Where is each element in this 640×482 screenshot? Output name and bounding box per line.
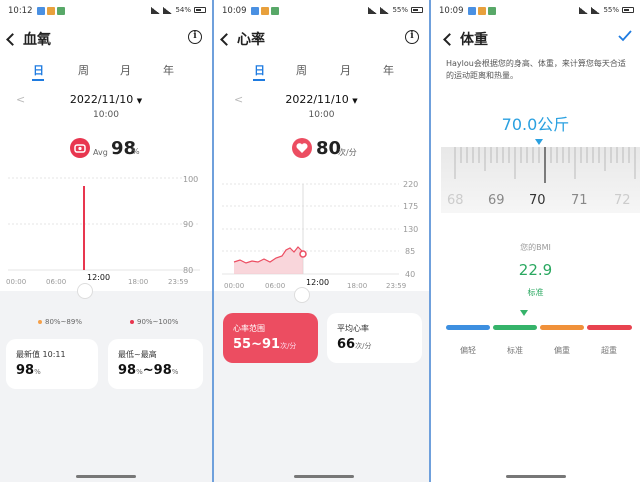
signal-icon bbox=[579, 6, 589, 14]
ruler-label: 69 bbox=[488, 193, 505, 208]
y-tick: 220 bbox=[403, 180, 419, 189]
bmi-label: 您的BMI bbox=[520, 243, 551, 252]
y-tick: 175 bbox=[403, 202, 419, 211]
bmi-segment-obese bbox=[587, 325, 632, 330]
bmi-category-label: 偏重 bbox=[554, 346, 570, 355]
range-card: 最低~最高 98%~98% bbox=[108, 339, 203, 389]
y-tick: 130 bbox=[403, 225, 419, 234]
legend-item: 80%~89% bbox=[38, 318, 82, 326]
legend-item: 90%~100% bbox=[130, 318, 178, 326]
latest-value-card: 最新值 10:11 98% bbox=[6, 339, 98, 389]
bmi-value: 22.9 bbox=[518, 261, 553, 279]
x-tick: 18:00 bbox=[347, 282, 368, 290]
legend-label: 90%~100% bbox=[137, 318, 179, 326]
x-tick: 18:00 bbox=[128, 278, 149, 286]
weight-screen: 10:09 55% 体重 Haylou会根据您的身高、体重，来计算您每天合适的运… bbox=[431, 0, 640, 482]
app-notification-icon bbox=[488, 7, 496, 15]
ruler-label-selected: 70 bbox=[529, 193, 546, 208]
ruler-ticks bbox=[454, 147, 636, 183]
confirm-check-icon[interactable] bbox=[618, 30, 632, 42]
bmi-pointer-icon bbox=[520, 310, 528, 316]
heart-summary-panel: 心率范围 55~91次/分 平均心率 66次/分 bbox=[214, 287, 429, 482]
heart-rate-screen: 10:09 55% 心率 i 日 周 月 年 < 2022/11/10 ▼ 10… bbox=[212, 0, 431, 482]
spo2-summary-panel: 80%~89% 90%~100% 最新值 10:11 98% 最低~最高 98%… bbox=[0, 283, 212, 482]
back-chevron-icon bbox=[443, 32, 456, 46]
battery-percent: 55% bbox=[603, 6, 619, 14]
app-notification-icon bbox=[478, 7, 486, 15]
weight-value: 70.0公斤 bbox=[501, 115, 570, 134]
home-indicator bbox=[76, 475, 136, 478]
status-right: 55% bbox=[579, 6, 634, 14]
x-tick: 00:00 bbox=[6, 278, 27, 286]
battery-icon bbox=[622, 7, 634, 13]
x-tick: 06:00 bbox=[265, 282, 286, 290]
red-dot-icon bbox=[130, 320, 134, 324]
notification-icons bbox=[468, 7, 496, 15]
card-value: 66次/分 bbox=[337, 337, 372, 352]
bmi-status: 标准 bbox=[527, 288, 544, 297]
card-value: 98% bbox=[16, 363, 41, 378]
weight-description: Haylou会根据您的身高、体重，来计算您每天合适的运动距离和热量。 bbox=[446, 59, 626, 80]
y-tick: 85 bbox=[405, 247, 416, 256]
spo2-screen: 10:12 54% 血氧 i 日 周 月 年 < 2022/11/10 ▼ 10… bbox=[0, 0, 212, 482]
y-tick: 90 bbox=[183, 220, 194, 229]
orange-dot-icon bbox=[38, 320, 42, 324]
legend-label: 80%~89% bbox=[45, 318, 82, 326]
card-label: 最低~最高 bbox=[118, 350, 157, 359]
x-tick-selected: 12:00 bbox=[87, 273, 111, 282]
ruler-label: 72 bbox=[614, 193, 631, 208]
ruler-pointer-icon bbox=[535, 139, 543, 145]
bmi-category-label: 标准 bbox=[507, 346, 523, 355]
selected-point bbox=[299, 250, 307, 258]
card-label: 心率范围 bbox=[233, 324, 265, 333]
x-tick-selected: 12:00 bbox=[306, 278, 330, 287]
time-slider-handle[interactable] bbox=[294, 287, 310, 303]
card-value: 55~91次/分 bbox=[233, 337, 297, 352]
bmi-segment-normal bbox=[493, 325, 537, 330]
heart-rate-chart bbox=[222, 183, 399, 275]
x-tick: 23:59 bbox=[168, 278, 189, 286]
page-title: 体重 bbox=[460, 32, 488, 48]
x-tick: 00:00 bbox=[224, 282, 245, 290]
card-label: 最新值 10:11 bbox=[16, 350, 66, 359]
y-tick: 100 bbox=[183, 175, 199, 184]
spo2-chart bbox=[8, 177, 200, 271]
home-indicator bbox=[294, 475, 354, 478]
signal-icon bbox=[591, 6, 601, 14]
back-button[interactable]: 体重 bbox=[443, 29, 488, 49]
time-slider-handle[interactable] bbox=[77, 283, 93, 299]
card-value: 98%~98% bbox=[118, 363, 179, 378]
status-bar: 10:09 55% bbox=[431, 6, 640, 18]
app-notification-icon bbox=[468, 7, 476, 15]
card-label: 平均心率 bbox=[337, 324, 369, 333]
bmi-category-label: 超重 bbox=[601, 346, 617, 355]
bmi-segment-overweight bbox=[540, 325, 584, 330]
x-tick: 06:00 bbox=[46, 278, 67, 286]
y-tick: 40 bbox=[405, 270, 416, 279]
ruler-label: 68 bbox=[447, 193, 464, 208]
bmi-segment-underweight bbox=[446, 325, 490, 330]
avg-heart-rate-card: 平均心率 66次/分 bbox=[327, 313, 422, 363]
home-indicator bbox=[506, 475, 566, 478]
status-time: 10:09 bbox=[439, 6, 464, 16]
heart-range-card: 心率范围 55~91次/分 bbox=[223, 313, 318, 363]
y-tick: 80 bbox=[183, 266, 194, 275]
bmi-category-label: 偏轻 bbox=[460, 346, 476, 355]
ruler-label: 71 bbox=[571, 193, 588, 208]
x-tick: 23:59 bbox=[386, 282, 407, 290]
